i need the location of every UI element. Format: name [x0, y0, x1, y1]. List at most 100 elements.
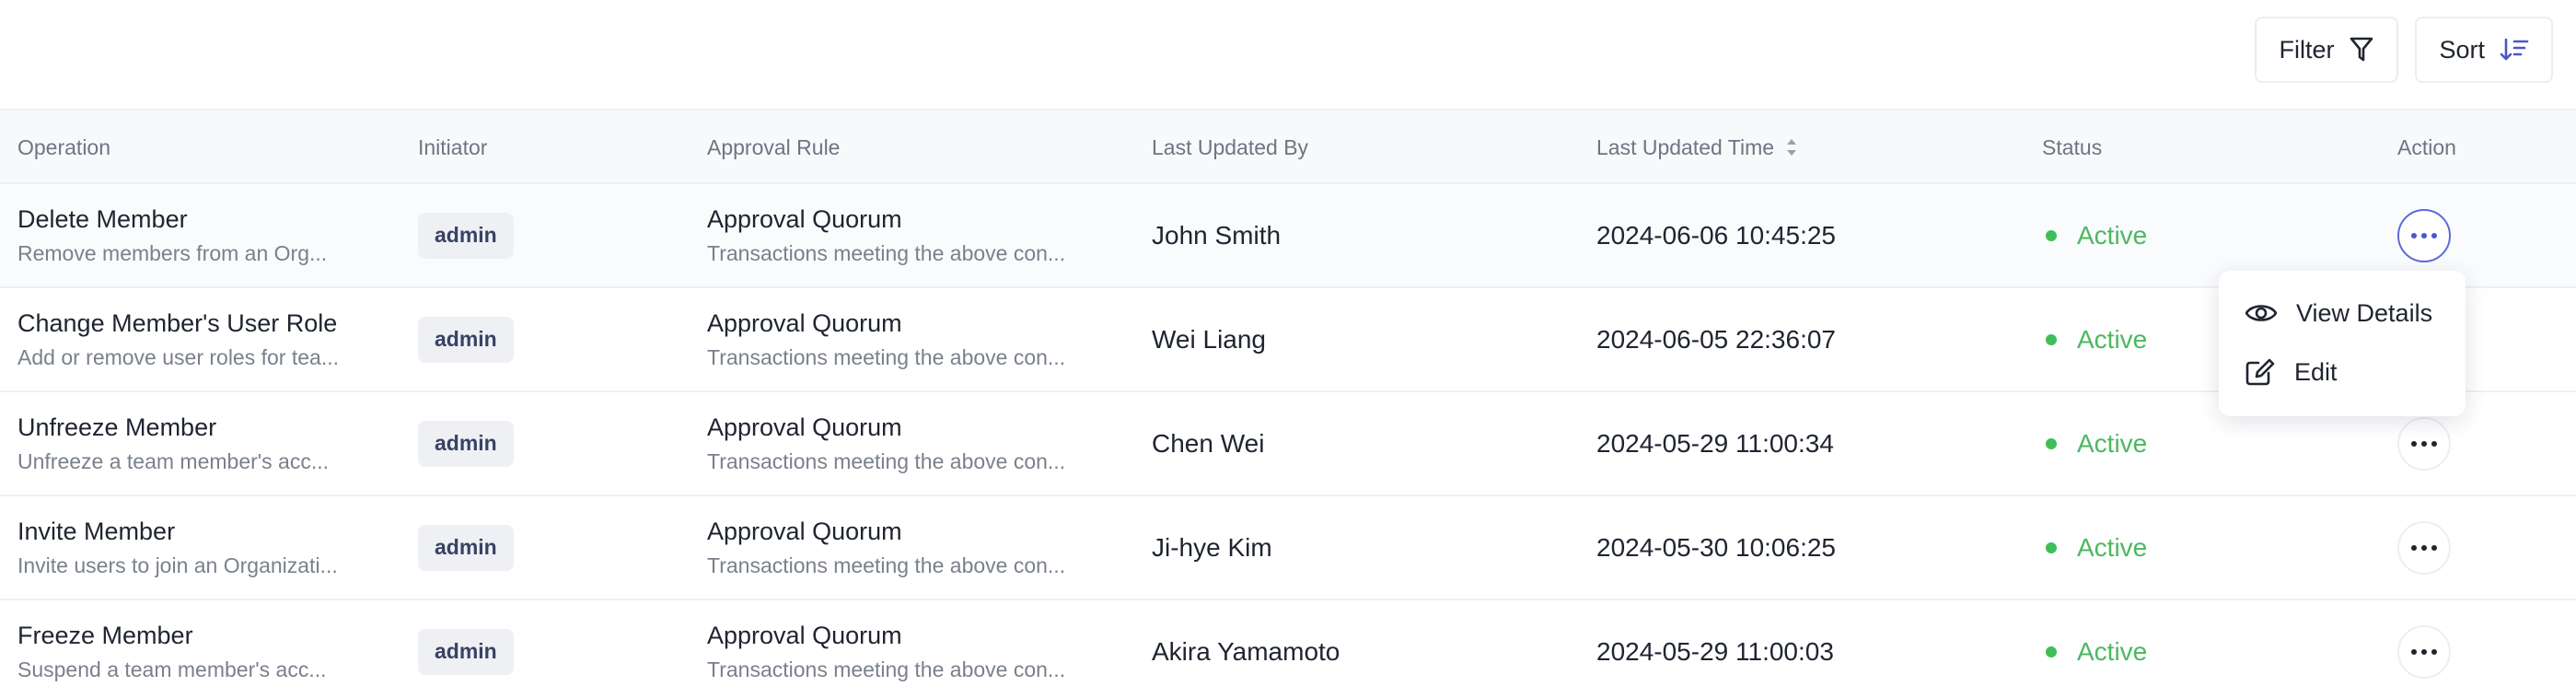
initiator-cell: admin	[418, 496, 514, 599]
approval-rule-cell: Approval Quorum Transactions meeting the…	[707, 496, 1089, 599]
operation-name: Freeze Member	[17, 621, 193, 649]
initiator-badge: admin	[418, 628, 514, 675]
sort-caret-icon[interactable]	[1785, 136, 1798, 158]
operation-name: Invite Member	[17, 517, 176, 545]
status-badge: Active	[2046, 288, 2147, 390]
updated-time: 2024-06-05 22:36:07	[1596, 324, 1836, 354]
operation-cell: Change Member's User Role Add or remove …	[17, 288, 358, 390]
updated-by-cell: Wei Liang	[1152, 288, 1266, 390]
approval-rule-cell: Approval Quorum Transactions meeting the…	[707, 392, 1089, 494]
approval-rule-description: Transactions meeting the above con...	[707, 448, 1066, 473]
operation-description: Invite users to join an Organizati...	[17, 553, 338, 577]
status-badge: Active	[2046, 496, 2147, 599]
approval-rule-name: Approval Quorum	[707, 204, 902, 233]
updated-by: Chen Wei	[1152, 428, 1265, 458]
updated-by: Ji-hye Kim	[1152, 532, 1272, 562]
filter-icon	[2350, 37, 2373, 62]
initiator-badge: admin	[418, 420, 514, 467]
initiator-cell: admin	[418, 392, 514, 494]
updated-time-cell: 2024-05-29 11:00:34	[1596, 392, 1834, 494]
more-horizontal-icon	[2411, 440, 2437, 447]
initiator-cell: admin	[418, 288, 514, 390]
updated-time: 2024-05-30 10:06:25	[1596, 532, 1836, 562]
updated-time-cell: 2024-06-05 22:36:07	[1596, 288, 1836, 390]
status-dot	[2046, 229, 2057, 241]
initiator-badge: admin	[418, 212, 514, 259]
edit-menu-item[interactable]: Edit	[2219, 343, 2466, 401]
approval-rule-description: Transactions meeting the above con...	[707, 344, 1066, 369]
status-text: Active	[2077, 636, 2148, 666]
approval-rule-name: Approval Quorum	[707, 413, 902, 441]
approval-rule-name: Approval Quorum	[707, 621, 902, 649]
column-header-operation: Operation	[17, 134, 111, 159]
status-text: Active	[2077, 428, 2148, 458]
updated-by-cell: John Smith	[1152, 184, 1281, 286]
operation-cell: Unfreeze Member Unfreeze a team member's…	[17, 392, 358, 494]
initiator-badge: admin	[418, 316, 514, 363]
sort-button[interactable]: Sort	[2415, 17, 2553, 83]
status-badge: Active	[2046, 184, 2147, 286]
sort-label: Sort	[2439, 35, 2485, 64]
table-row[interactable]: Delete Member Remove members from an Org…	[0, 184, 2576, 288]
updated-time-cell: 2024-05-29 11:00:03	[1596, 600, 1834, 698]
table-row[interactable]: Freeze Member Suspend a team member's ac…	[0, 600, 2576, 698]
status-dot	[2046, 646, 2057, 657]
more-actions-button[interactable]	[2397, 624, 2451, 679]
updated-by-cell: Akira Yamamoto	[1152, 600, 1340, 698]
more-actions-button[interactable]	[2397, 520, 2451, 575]
status-dot	[2046, 437, 2057, 449]
operation-name: Unfreeze Member	[17, 413, 217, 441]
updated-time-cell: 2024-06-06 10:45:25	[1596, 184, 1836, 286]
filter-label: Filter	[2279, 35, 2335, 64]
table-row[interactable]: Invite Member Invite users to join an Or…	[0, 496, 2576, 600]
operation-description: Add or remove user roles for tea...	[17, 344, 339, 369]
updated-time-cell: 2024-05-30 10:06:25	[1596, 496, 1836, 599]
updated-by-cell: Ji-hye Kim	[1152, 496, 1272, 599]
updated-time: 2024-05-29 11:00:34	[1596, 428, 1834, 458]
column-header-initiator: Initiator	[418, 134, 488, 159]
updated-by-cell: Chen Wei	[1152, 392, 1264, 494]
initiator-cell: admin	[418, 184, 514, 286]
approval-rule-description: Transactions meeting the above con...	[707, 657, 1066, 681]
table-row[interactable]: Change Member's User Role Add or remove …	[0, 288, 2576, 392]
updated-by: Akira Yamamoto	[1152, 636, 1340, 666]
operation-description: Unfreeze a team member's acc...	[17, 448, 330, 473]
status-badge: Active	[2046, 392, 2147, 494]
approval-rule-cell: Approval Quorum Transactions meeting the…	[707, 288, 1089, 390]
approval-rule-description: Transactions meeting the above con...	[707, 553, 1066, 577]
operation-name: Delete Member	[17, 204, 188, 233]
approval-rule-description: Transactions meeting the above con...	[707, 240, 1066, 265]
operation-name: Change Member's User Role	[17, 308, 338, 337]
approval-rule-cell: Approval Quorum Transactions meeting the…	[707, 184, 1089, 286]
more-actions-button[interactable]	[2397, 416, 2451, 471]
table-toolbar: Filter Sort	[2255, 17, 2553, 83]
operation-cell: Freeze Member Suspend a team member's ac…	[17, 600, 358, 698]
approval-rule-name: Approval Quorum	[707, 517, 902, 545]
column-header-status: Status	[2042, 134, 2103, 159]
sort-icon	[2500, 38, 2529, 61]
filter-button[interactable]: Filter	[2255, 17, 2399, 83]
table-row[interactable]: Unfreeze Member Unfreeze a team member's…	[0, 392, 2576, 496]
column-header-approval-rule: Approval Rule	[707, 134, 841, 159]
table-header: Operation Initiator Approval Rule Last U…	[0, 109, 2576, 184]
approval-rule-name: Approval Quorum	[707, 308, 902, 337]
updated-by: John Smith	[1152, 220, 1282, 250]
view-details-menu-item[interactable]: View Details	[2219, 284, 2466, 343]
operations-table: Operation Initiator Approval Rule Last U…	[0, 109, 2576, 698]
operation-description: Suspend a team member's acc...	[17, 657, 327, 681]
view-details-label: View Details	[2296, 298, 2433, 327]
updated-by: Wei Liang	[1152, 324, 1267, 354]
status-badge: Active	[2046, 600, 2147, 698]
edit-label: Edit	[2294, 357, 2338, 386]
more-horizontal-icon	[2411, 232, 2437, 238]
more-actions-button[interactable]	[2397, 208, 2451, 262]
column-header-action: Action	[2397, 134, 2456, 159]
approval-rule-cell: Approval Quorum Transactions meeting the…	[707, 600, 1089, 698]
eye-icon	[2245, 305, 2278, 321]
operation-description: Remove members from an Org...	[17, 240, 328, 265]
status-text: Active	[2077, 324, 2148, 354]
column-header-last-updated-time[interactable]: Last Updated Time	[1596, 111, 1798, 184]
status-dot	[2046, 333, 2057, 345]
row-action-menu: View Details Edit	[2219, 271, 2466, 416]
operation-cell: Invite Member Invite users to join an Or…	[17, 496, 358, 599]
